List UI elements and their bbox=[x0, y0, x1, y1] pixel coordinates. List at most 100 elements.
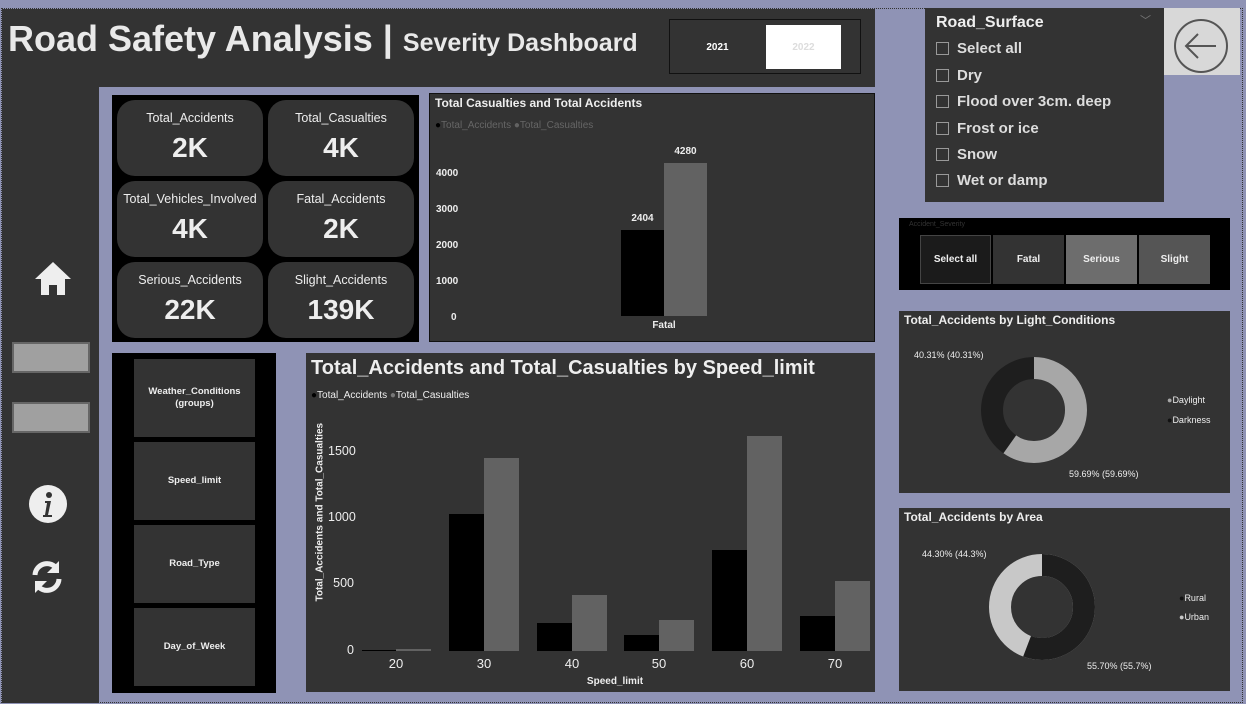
nav-road-type-button[interactable]: Road_Type bbox=[134, 525, 255, 603]
chart1-legend: ●Total_Accidents ●Total_Casualties bbox=[435, 120, 593, 131]
kpi-label: Slight_Accidents bbox=[294, 273, 388, 287]
data-label-accidents: 2404 bbox=[631, 213, 654, 225]
kpi-label: Total_Vehicles_Involved bbox=[123, 192, 257, 206]
bar-speed-60-casualties bbox=[747, 435, 782, 651]
option-label: Frost or ice bbox=[957, 120, 1039, 137]
option-label: Select all bbox=[957, 40, 1023, 57]
severity-slight-button[interactable]: Slight bbox=[1139, 235, 1210, 284]
x-tick: 40 bbox=[564, 656, 580, 671]
bar-speed-30-casualties bbox=[484, 458, 519, 651]
y-tick: 500 bbox=[333, 576, 354, 590]
legend-urban: ●Urban bbox=[1179, 612, 1209, 622]
road-surface-option[interactable]: Flood over 3cm. deep bbox=[936, 93, 1111, 110]
bar-speed-60-accidents bbox=[712, 549, 747, 651]
kpi-fatal-accidents: Fatal_Accidents 2K bbox=[268, 181, 414, 257]
legend-rural: ●Rural bbox=[1179, 593, 1206, 603]
road-surface-option[interactable]: Snow bbox=[936, 146, 997, 163]
bar-speed-20-casualties bbox=[396, 649, 431, 651]
y-tick: 2000 bbox=[436, 240, 459, 251]
back-arrow-icon bbox=[1174, 19, 1228, 73]
road-surface-title: Road_Surface bbox=[936, 14, 1044, 31]
kpi-total-accidents: Total_Accidents 2K bbox=[117, 100, 263, 176]
chart1-title: Total Casualties and Total Accidents bbox=[435, 96, 643, 110]
bar-speed-40-accidents bbox=[537, 623, 572, 651]
bar-speed-20-accidents bbox=[362, 649, 396, 652]
back-button[interactable] bbox=[1164, 8, 1240, 75]
x-tick: 20 bbox=[388, 656, 404, 671]
nav-bookmark-button-2[interactable] bbox=[12, 402, 90, 433]
bar-speed-70-casualties bbox=[835, 580, 870, 651]
kpi-value: 4K bbox=[323, 132, 359, 163]
nav-bookmark-button-1[interactable] bbox=[12, 342, 90, 373]
legend-label: Daylight bbox=[1172, 395, 1205, 405]
bar-speed-30-accidents bbox=[449, 514, 484, 651]
data-label-casualties: 4280 bbox=[674, 145, 697, 157]
bar-fatal-total-casualties bbox=[664, 162, 707, 316]
kpi-label: Total_Casualties bbox=[295, 111, 387, 125]
legend-accidents-label: Total_Accidents bbox=[317, 390, 388, 401]
road-surface-option[interactable]: Wet or damp bbox=[936, 172, 1048, 189]
severity-fatal-button[interactable]: Fatal bbox=[993, 235, 1064, 284]
legend-label: Urban bbox=[1184, 612, 1209, 622]
option-label: Dry bbox=[957, 67, 983, 84]
x-tick: 50 bbox=[651, 656, 667, 671]
kpi-value: 22K bbox=[164, 294, 216, 325]
kpi-value: 2K bbox=[323, 213, 359, 244]
kpi-slight-accidents: Slight_Accidents 139K bbox=[268, 262, 414, 338]
title-subtitle: Severity Dashboard bbox=[402, 29, 638, 57]
legend-label: Darkness bbox=[1172, 415, 1211, 425]
light-donut-chart bbox=[981, 357, 1087, 463]
bar-fatal-total-accidents bbox=[621, 230, 664, 316]
year-slicer: 2021 2022 bbox=[669, 19, 861, 74]
checkbox[interactable] bbox=[936, 174, 949, 187]
kpi-total-casualties: Total_Casualties 4K bbox=[268, 100, 414, 176]
road-surface-option[interactable]: Dry bbox=[936, 67, 982, 84]
y-tick: 4000 bbox=[436, 168, 459, 179]
x-tick: 70 bbox=[827, 656, 843, 671]
checkbox[interactable] bbox=[936, 122, 949, 135]
y-tick: 1000 bbox=[328, 510, 356, 524]
light-chart-title: Total_Accidents by Light_Conditions bbox=[904, 313, 1116, 327]
road-surface-option[interactable]: Frost or ice bbox=[936, 120, 1039, 137]
x-tick-fatal: Fatal bbox=[652, 320, 676, 331]
info-icon[interactable] bbox=[27, 483, 69, 525]
chart2-y-axis-label: Total_Accidents and Total_Casualties bbox=[314, 422, 326, 602]
nav-speed-limit-button[interactable]: Speed_limit bbox=[134, 442, 255, 520]
option-label: Wet or damp bbox=[957, 172, 1048, 189]
checkbox[interactable] bbox=[936, 69, 949, 82]
y-tick: 1500 bbox=[328, 444, 356, 458]
chart2-title: Total_Accidents and Total_Casualties by … bbox=[311, 357, 815, 379]
left-nav-rail bbox=[2, 87, 99, 703]
area-chart-title: Total_Accidents by Area bbox=[904, 510, 1043, 524]
year-2021-button[interactable]: 2021 bbox=[680, 25, 755, 69]
x-tick: 60 bbox=[739, 656, 755, 671]
urban-data-label: 44.30% (44.3%) bbox=[922, 549, 987, 559]
home-icon[interactable] bbox=[30, 255, 76, 301]
legend-daylight: ●Daylight bbox=[1167, 395, 1205, 405]
kpi-value: 2K bbox=[172, 132, 208, 163]
legend-casualties-label: Total_Casualties bbox=[519, 120, 594, 131]
severity-select-all-button[interactable]: Select all bbox=[920, 235, 991, 284]
option-label: Snow bbox=[957, 146, 997, 163]
nav-day-of-week-button[interactable]: Day_of_Week bbox=[134, 608, 255, 686]
checkbox[interactable] bbox=[936, 95, 949, 108]
kpi-serious-accidents: Serious_Accidents 22K bbox=[117, 262, 263, 338]
kpi-value: 139K bbox=[307, 294, 375, 325]
chart2-x-axis-label: Speed_limit bbox=[586, 676, 644, 687]
y-tick: 3000 bbox=[436, 204, 459, 215]
kpi-label: Total_Accidents bbox=[146, 111, 234, 125]
chevron-down-icon[interactable]: ﹀ bbox=[1140, 12, 1151, 28]
y-tick: 0 bbox=[347, 643, 354, 657]
road-surface-option[interactable]: Select all bbox=[936, 40, 1022, 57]
refresh-icon[interactable] bbox=[26, 556, 68, 598]
nav-weather-conditions-button[interactable]: Weather_Conditions (groups) bbox=[134, 359, 255, 437]
area-donut-chart bbox=[989, 554, 1095, 660]
year-2022-button[interactable]: 2022 bbox=[766, 25, 841, 69]
severity-serious-button[interactable]: Serious bbox=[1066, 235, 1137, 284]
legend-darkness: ●Darkness bbox=[1167, 415, 1210, 425]
legend-casualties-label: Total_Casualties bbox=[395, 390, 470, 401]
checkbox[interactable] bbox=[936, 42, 949, 55]
bar-speed-70-accidents bbox=[800, 616, 835, 651]
darkness-data-label: 40.31% (40.31%) bbox=[914, 350, 984, 360]
checkbox[interactable] bbox=[936, 148, 949, 161]
